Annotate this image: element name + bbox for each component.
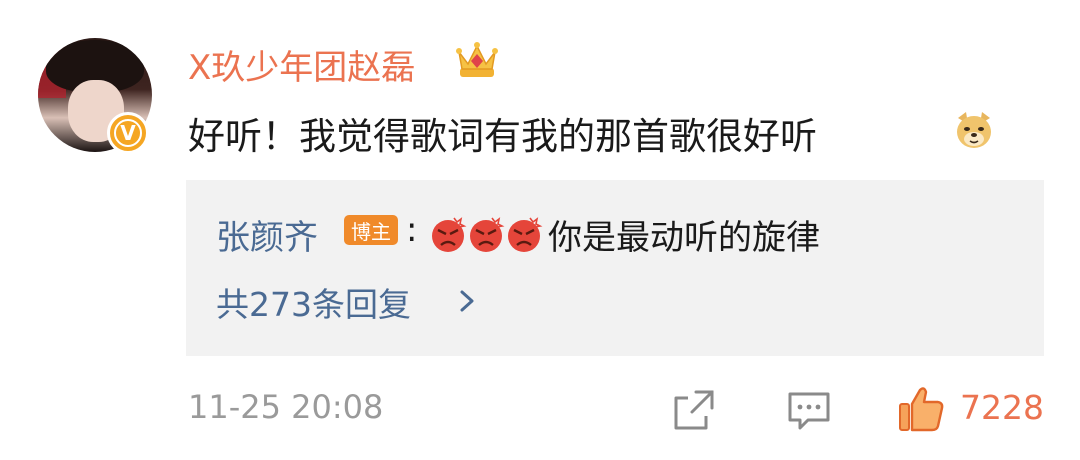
angry-emoji-icon [432,217,543,252]
timestamp: 11-25 20:08 [188,388,384,426]
reply-preview[interactable]: 张颜齐 博主 : 你是最动听的旋律 共273条回复 [186,180,1044,356]
thumbs-up-icon [899,387,944,432]
chevron-right-icon[interactable] [456,284,478,318]
share-icon[interactable] [672,388,716,432]
doge-emoji-icon [957,112,991,148]
reply-separator: : [406,210,418,250]
crown-icon [456,42,498,77]
view-all-replies-link[interactable]: 共273条回复 [216,278,411,326]
like-button[interactable]: 7228 [896,384,1046,434]
like-count: 7228 [960,388,1044,427]
reply-text: 你是最动听的旋律 [548,218,820,258]
comment-text: 好听！我觉得歌词有我的那首歌很好听 [188,115,817,158]
verified-badge-icon: V [107,112,149,154]
reply-author[interactable]: 张颜齐 [216,210,318,259]
username[interactable]: X玖少年团赵磊 [188,40,415,89]
comment-icon[interactable] [786,390,832,432]
blogger-tag: 博主 [344,215,398,245]
